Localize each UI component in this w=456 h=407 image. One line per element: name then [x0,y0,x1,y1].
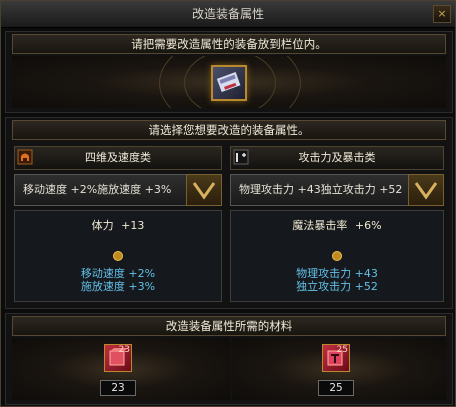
category-label-attack-crit: 攻击力及暴击类 [298,151,376,164]
bonus-value: +52 [354,280,378,293]
modify-attribute-window: 改造装备属性 × 请把需要改造属性的装备放到栏位内。 请选择您想要改造的装备属性… [0,0,456,407]
bonus-label: 移动速度 [80,267,125,280]
bonus-line-right-2: 独立攻击力 +52 [231,280,443,293]
dropdown-selected-right: 物理攻击力 +43独立攻击力 +52 [239,183,403,196]
attribute-dropdown-left[interactable]: 移动速度 +2%施放速度 +3% [14,174,222,206]
slot-section-header: 请把需要改造属性的装备放到栏位内。 [12,34,446,54]
window-title: 改造装备属性 [191,7,264,21]
chevron-down-icon[interactable] [408,174,444,206]
bonus-value: +43 [354,267,378,280]
helmet-icon [17,149,33,165]
material-badge-2: 25 [336,345,348,355]
title-bar: 改造装备属性 × [1,1,455,28]
attribute-preview-left: 体力 +13 移动速度 +2% 施放速度 +3% [14,210,222,302]
close-icon[interactable]: × [433,5,451,23]
dropdown-selected-left: 移动速度 +2%施放速度 +3% [23,183,172,196]
material-count-1: 23 [100,380,136,396]
material-count-2: 25 [318,380,354,396]
bonus-label: 独立攻击力 [296,280,352,293]
bonus-label: 施放速度 [80,280,125,293]
main-stat-value-left: +13 [121,219,145,232]
transform-arrow-icon [113,251,123,261]
main-stat-label-right: 魔法暴击率 [292,219,348,232]
bonus-line-left-2: 施放速度 +3% [15,280,221,293]
materials-panel: 改造装备属性所需的材料 23 23 25 25 [5,313,453,405]
material-slot-2[interactable]: 25 [322,344,350,372]
category-tab-attack-crit[interactable]: 攻击力及暴击类 [230,146,444,170]
equipment-slot-panel: 请把需要改造属性的装备放到栏位内。 [5,31,453,113]
material-badge-1: 23 [118,345,130,355]
attribute-preview-right: 魔法暴击率 +6% 物理攻击力 +43 独立攻击力 +52 [230,210,444,302]
bonus-value: +3% [128,280,156,293]
main-stat-label-left: 体力 [91,219,114,232]
bonus-label: 物理攻击力 [296,267,352,280]
sword-plus-icon [233,149,249,165]
bonus-value: +2% [128,267,156,280]
category-tab-stats-speed[interactable]: 四维及速度类 [14,146,222,170]
category-label-stats-speed: 四维及速度类 [85,151,151,164]
bonus-line-right-1: 物理攻击力 +43 [231,267,443,280]
material-slot-1[interactable]: 23 [104,344,132,372]
equipment-slot[interactable] [211,65,247,101]
main-stat-value-right: +6% [354,219,382,232]
bonus-line-left-1: 移动速度 +2% [15,267,221,280]
materials-section-header: 改造装备属性所需的材料 [12,316,446,336]
transform-arrow-icon [332,251,342,261]
attribute-dropdown-right[interactable]: 物理攻击力 +43独立攻击力 +52 [230,174,444,206]
attribute-section-header: 请选择您想要改造的装备属性。 [12,120,446,140]
chevron-down-icon[interactable] [186,174,222,206]
attribute-select-panel: 请选择您想要改造的装备属性。 四维及速度类 移动速度 +2%施放速度 +3% 体… [5,117,453,309]
equipment-item-icon [216,72,241,93]
